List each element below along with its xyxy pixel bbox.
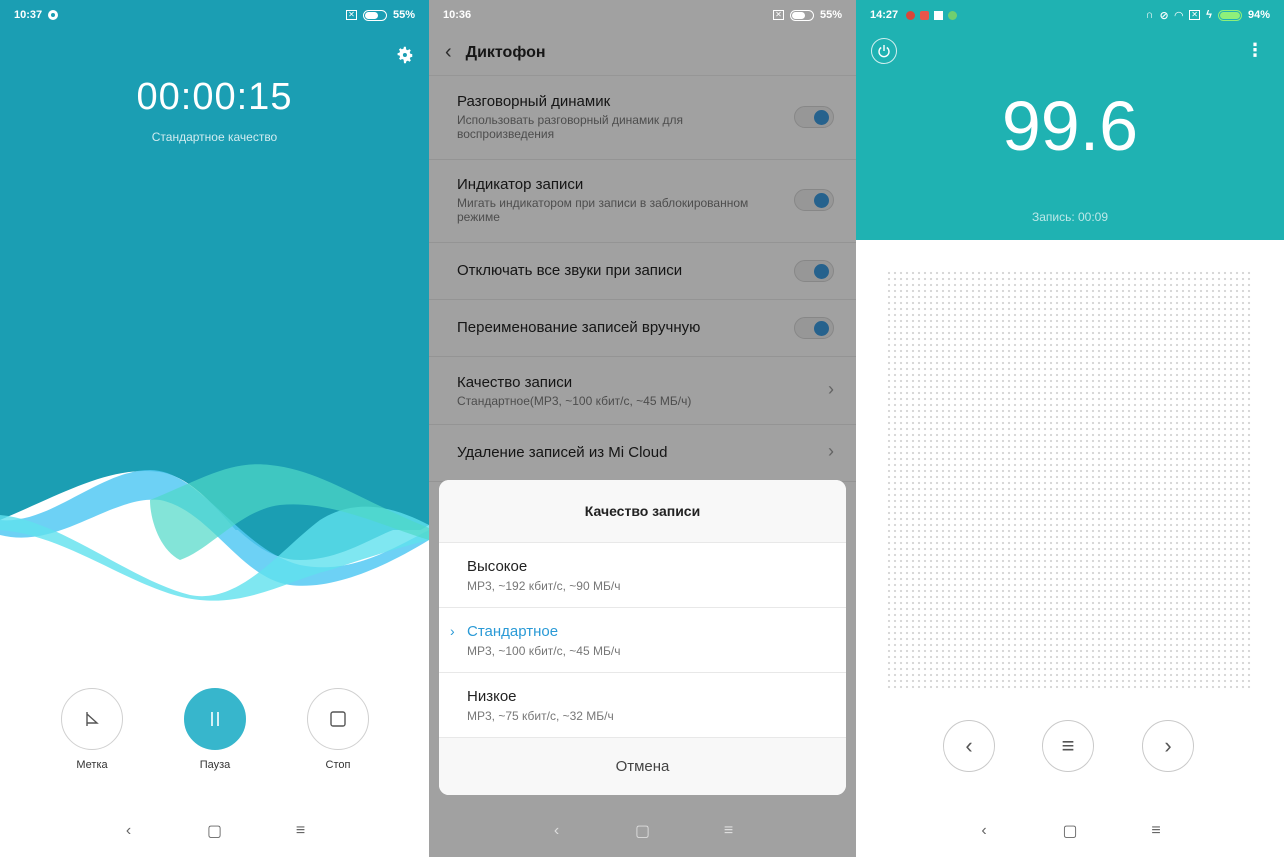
dot-matrix-display: [886, 270, 1252, 690]
status-bar: 10:37 ✕ 55%: [0, 0, 429, 30]
option-subtitle: MP3, ~75 кбит/с, ~32 МБ/ч: [467, 709, 614, 723]
power-button[interactable]: [871, 38, 897, 64]
mute-sounds-toggle[interactable]: [794, 260, 834, 282]
quality-option-standard[interactable]: › Стандартное MP3, ~100 кбит/с, ~45 МБ/ч: [439, 607, 846, 672]
battery-percent: 94%: [1247, 9, 1270, 21]
nav-back-icon[interactable]: ‹: [117, 822, 141, 840]
quality-dialog: Качество записи Высокое MP3, ~192 кбит/с…: [439, 480, 846, 795]
option-subtitle: MP3, ~100 кбит/с, ~45 МБ/ч: [467, 644, 621, 658]
record-dot-icon: [48, 10, 59, 20]
more-menu-icon[interactable]: ⋮: [1246, 40, 1264, 61]
cancel-button[interactable]: Отмена: [439, 737, 846, 795]
battery-icon: [789, 9, 814, 21]
setting-title: Отключать все звуки при записи: [457, 262, 683, 279]
nav-home-icon[interactable]: ▢: [1058, 821, 1082, 841]
settings-title: Диктофон: [465, 43, 546, 61]
settings-screen: ‹ Диктофон Разговорный динамик Использов…: [429, 0, 856, 857]
stop-button[interactable]: [307, 688, 369, 750]
next-station-button[interactable]: ›: [1142, 720, 1194, 772]
station-list-button[interactable]: ≡: [1042, 720, 1094, 772]
charging-icon: ϟ: [1206, 9, 1212, 21]
wifi-icon: ◠: [1174, 9, 1184, 22]
nav-back-icon[interactable]: ‹: [972, 822, 996, 840]
setting-subtitle: Мигать индикатором при записи в заблокир…: [457, 196, 749, 224]
headphones-icon: ∩: [1145, 9, 1154, 21]
previous-station-button[interactable]: ‹: [943, 720, 995, 772]
selected-chevron-icon: ›: [450, 623, 455, 639]
settings-gear-icon[interactable]: [393, 44, 415, 66]
indicator-toggle[interactable]: [794, 189, 834, 211]
pause-button[interactable]: [184, 688, 246, 750]
dialog-title: Качество записи: [439, 480, 846, 542]
battery-icon: [362, 9, 387, 21]
setting-subtitle: Использовать разговорный динамик для вос…: [457, 113, 683, 141]
status-bar: 10:36 ✕ 55%: [429, 0, 856, 30]
setting-title: Разговорный динамик: [457, 93, 611, 110]
quality-option-low[interactable]: Низкое MP3, ~75 кбит/с, ~32 МБ/ч: [439, 672, 846, 737]
setting-title: Индикатор записи: [457, 176, 584, 193]
setting-title: Качество записи: [457, 374, 573, 391]
alarm-off-icon: ⊘: [1159, 9, 1169, 22]
setting-title: Удаление записей из Mi Cloud: [457, 444, 668, 461]
system-nav-bar: ‹ ▢ ≡: [429, 805, 856, 857]
power-icon: [878, 45, 890, 58]
sim-x-icon: ✕: [345, 10, 357, 20]
nav-menu-icon[interactable]: ≡: [289, 822, 313, 840]
option-title: Стандартное: [467, 623, 559, 640]
setting-indicator[interactable]: Индикатор записи Мигать индикатором при …: [429, 160, 856, 243]
sound-wave-graphic: [0, 440, 429, 620]
back-arrow-icon[interactable]: ‹: [445, 41, 452, 64]
stop-icon: [330, 711, 346, 727]
recording-timer: 00:00:15: [136, 76, 293, 118]
setting-subtitle: Стандартное(MP3, ~100 кбит/с, ~45 МБ/ч): [457, 394, 692, 408]
setting-title: Переименование записей вручную: [457, 319, 701, 336]
nav-menu-icon[interactable]: ≡: [1144, 822, 1168, 840]
flag-icon: [86, 712, 99, 726]
nav-home-icon[interactable]: ▢: [203, 821, 227, 841]
sim-x-icon: ✕: [772, 10, 784, 20]
chevron-left-icon: ‹: [965, 733, 973, 758]
recorder-screen: 10:37 ✕ 55% 00:00:15 Стандартное качеств…: [0, 0, 429, 857]
settings-header: ‹ Диктофон: [429, 30, 856, 76]
system-nav-bar: ‹ ▢ ≡: [856, 805, 1284, 857]
nav-home-icon[interactable]: ▢: [631, 821, 655, 841]
radio-screen: 14:27 ∩ ⊘ ◠ ✕ ϟ 94% ⋮ 99.6 Запись: 00:09: [856, 0, 1284, 857]
stop-label: Стоп: [325, 759, 351, 771]
setting-quality[interactable]: Качество записи Стандартное(MP3, ~100 кб…: [429, 357, 856, 425]
nav-back-icon[interactable]: ‹: [545, 822, 569, 840]
status-time: 14:27: [870, 9, 899, 21]
setting-speaker[interactable]: Разговорный динамик Использовать разгово…: [429, 77, 856, 160]
chevron-right-icon: ›: [828, 379, 834, 399]
mark-label: Метка: [76, 759, 108, 771]
status-time: 10:36: [443, 9, 472, 21]
status-time: 10:37: [14, 9, 43, 21]
list-icon: ≡: [1061, 733, 1075, 758]
setting-mute-sounds[interactable]: Отключать все звуки при записи: [429, 243, 856, 300]
status-bar: 14:27 ∩ ⊘ ◠ ✕ ϟ 94%: [856, 0, 1284, 30]
option-subtitle: MP3, ~192 кбит/с, ~90 МБ/ч: [467, 579, 621, 593]
rename-toggle[interactable]: [794, 317, 834, 339]
setting-rename[interactable]: Переименование записей вручную: [429, 300, 856, 357]
pause-label: Пауза: [199, 759, 231, 771]
pause-icon: [211, 712, 219, 726]
quality-label: Стандартное качество: [151, 130, 278, 144]
sim-x-icon: ✕: [1189, 10, 1201, 20]
radio-header: 14:27 ∩ ⊘ ◠ ✕ ϟ 94% ⋮ 99.6 Запись: 00:09: [856, 0, 1284, 240]
recording-time: Запись: 00:09: [1031, 210, 1109, 224]
setting-mi-cloud[interactable]: Удаление записей из Mi Cloud ›: [429, 425, 856, 482]
mark-button[interactable]: [61, 688, 123, 750]
chevron-right-icon: ›: [1164, 733, 1172, 758]
frequency-display: 99.6: [1001, 87, 1139, 165]
speaker-toggle[interactable]: [794, 106, 834, 128]
battery-percent: 55%: [819, 9, 842, 21]
battery-percent: 55%: [392, 9, 415, 21]
nav-menu-icon[interactable]: ≡: [717, 822, 741, 840]
option-title: Высокое: [467, 558, 528, 575]
notification-icons: [906, 10, 958, 20]
option-title: Низкое: [467, 688, 517, 705]
quality-option-high[interactable]: Высокое MP3, ~192 кбит/с, ~90 МБ/ч: [439, 542, 846, 607]
chevron-right-icon: ›: [828, 441, 834, 461]
battery-icon: [1217, 9, 1242, 21]
system-nav-bar: ‹ ▢ ≡: [0, 805, 429, 857]
